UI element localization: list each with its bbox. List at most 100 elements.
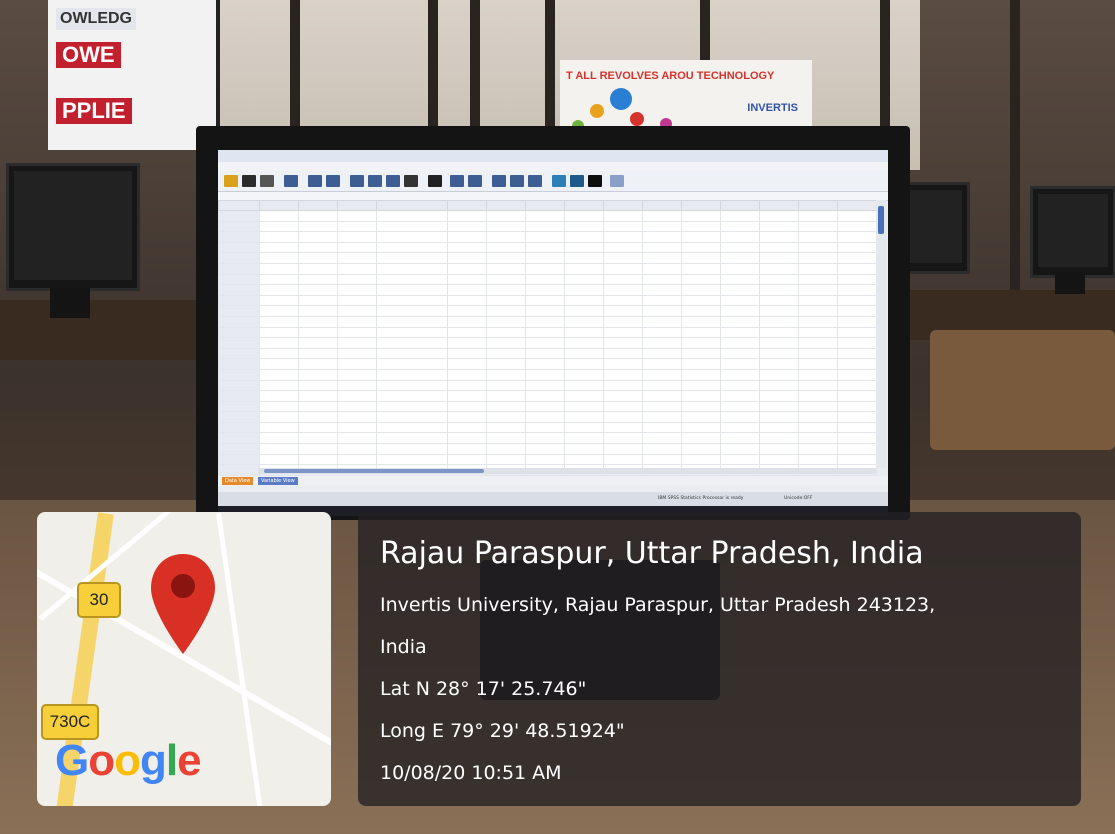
data-cell[interactable] [837, 443, 877, 455]
data-cell[interactable] [642, 358, 682, 370]
data-cell[interactable] [298, 411, 338, 423]
data-cell[interactable] [525, 390, 565, 402]
data-cell[interactable] [376, 315, 448, 328]
data-cell[interactable] [376, 432, 448, 445]
data-cell[interactable] [681, 411, 721, 423]
data-cell[interactable] [720, 262, 760, 275]
data-cell[interactable] [837, 294, 877, 307]
data-cell[interactable] [642, 443, 682, 455]
data-cell[interactable] [681, 358, 721, 370]
data-cell[interactable] [642, 390, 682, 402]
data-cell[interactable] [376, 368, 448, 381]
data-cell[interactable] [681, 432, 721, 445]
data-cell[interactable] [798, 273, 838, 286]
use-sets-icon[interactable] [570, 175, 584, 187]
data-cell[interactable] [720, 241, 760, 254]
data-cell[interactable] [564, 220, 604, 233]
data-cell[interactable] [681, 284, 721, 296]
data-cell[interactable] [564, 231, 604, 243]
data-cell[interactable] [259, 443, 299, 455]
data-cell[interactable] [337, 421, 377, 434]
data-cell[interactable] [337, 231, 377, 243]
data-cell[interactable] [720, 421, 760, 434]
row-number[interactable] [218, 453, 260, 466]
data-cell[interactable] [837, 231, 877, 243]
data-cell[interactable] [259, 210, 299, 222]
data-cell[interactable] [642, 231, 682, 243]
data-cell[interactable] [837, 252, 877, 264]
data-cell[interactable] [259, 432, 299, 445]
data-cell[interactable] [720, 210, 760, 222]
data-cell[interactable] [798, 411, 838, 423]
data-cell[interactable] [486, 294, 526, 307]
data-cell[interactable] [564, 315, 604, 328]
table-row[interactable] [218, 421, 877, 434]
data-cell[interactable] [337, 220, 377, 233]
data-cell[interactable] [564, 368, 604, 381]
data-cell[interactable] [337, 390, 377, 402]
data-cell[interactable] [642, 220, 682, 233]
data-cell[interactable] [486, 432, 526, 445]
table-row[interactable] [218, 241, 877, 254]
data-cell[interactable] [525, 284, 565, 296]
data-cell[interactable] [447, 411, 487, 423]
data-cell[interactable] [642, 252, 682, 264]
data-cell[interactable] [681, 400, 721, 413]
data-cell[interactable] [798, 284, 838, 296]
data-cell[interactable] [337, 273, 377, 286]
data-cell[interactable] [337, 432, 377, 445]
data-cell[interactable] [759, 210, 799, 222]
data-cell[interactable] [759, 220, 799, 233]
column-header[interactable] [337, 200, 377, 211]
data-cell[interactable] [259, 326, 299, 339]
data-cell[interactable] [603, 453, 643, 466]
data-cell[interactable] [759, 390, 799, 402]
select-cases-icon[interactable] [528, 175, 542, 187]
data-cell[interactable] [603, 315, 643, 328]
data-cell[interactable] [603, 411, 643, 423]
data-cell[interactable] [259, 231, 299, 243]
find-icon[interactable] [428, 175, 442, 187]
data-cell[interactable] [603, 337, 643, 349]
data-cell[interactable] [798, 305, 838, 317]
data-cell[interactable] [259, 273, 299, 286]
data-cell[interactable] [447, 220, 487, 233]
data-cell[interactable] [337, 347, 377, 360]
data-cell[interactable] [681, 241, 721, 254]
data-cell[interactable] [486, 326, 526, 339]
table-row[interactable] [218, 326, 877, 339]
table-row[interactable] [218, 411, 877, 423]
data-cell[interactable] [337, 294, 377, 307]
data-cell[interactable] [337, 443, 377, 455]
data-cell[interactable] [376, 443, 448, 455]
data-cell[interactable] [376, 220, 448, 233]
column-header[interactable] [798, 200, 838, 211]
data-cell[interactable] [837, 347, 877, 360]
data-cell[interactable] [486, 379, 526, 392]
data-cell[interactable] [259, 315, 299, 328]
data-cell[interactable] [525, 379, 565, 392]
data-cell[interactable] [837, 326, 877, 339]
row-number[interactable] [218, 326, 260, 339]
data-cell[interactable] [759, 443, 799, 455]
dialog-recall-icon[interactable] [284, 175, 298, 187]
data-cell[interactable] [759, 273, 799, 286]
data-cell[interactable] [642, 379, 682, 392]
data-cell[interactable] [603, 368, 643, 381]
data-cell[interactable] [837, 390, 877, 402]
data-cell[interactable] [564, 379, 604, 392]
data-cell[interactable] [525, 262, 565, 275]
row-number[interactable] [218, 411, 260, 423]
row-number[interactable] [218, 262, 260, 275]
data-cell[interactable] [603, 400, 643, 413]
data-cell[interactable] [681, 421, 721, 434]
row-number[interactable] [218, 284, 260, 296]
row-number[interactable] [218, 241, 260, 254]
data-cell[interactable] [376, 262, 448, 275]
data-cell[interactable] [298, 262, 338, 275]
data-cell[interactable] [259, 284, 299, 296]
data-cell[interactable] [337, 305, 377, 317]
data-cell[interactable] [259, 411, 299, 423]
column-header[interactable] [447, 200, 487, 211]
data-cell[interactable] [642, 273, 682, 286]
